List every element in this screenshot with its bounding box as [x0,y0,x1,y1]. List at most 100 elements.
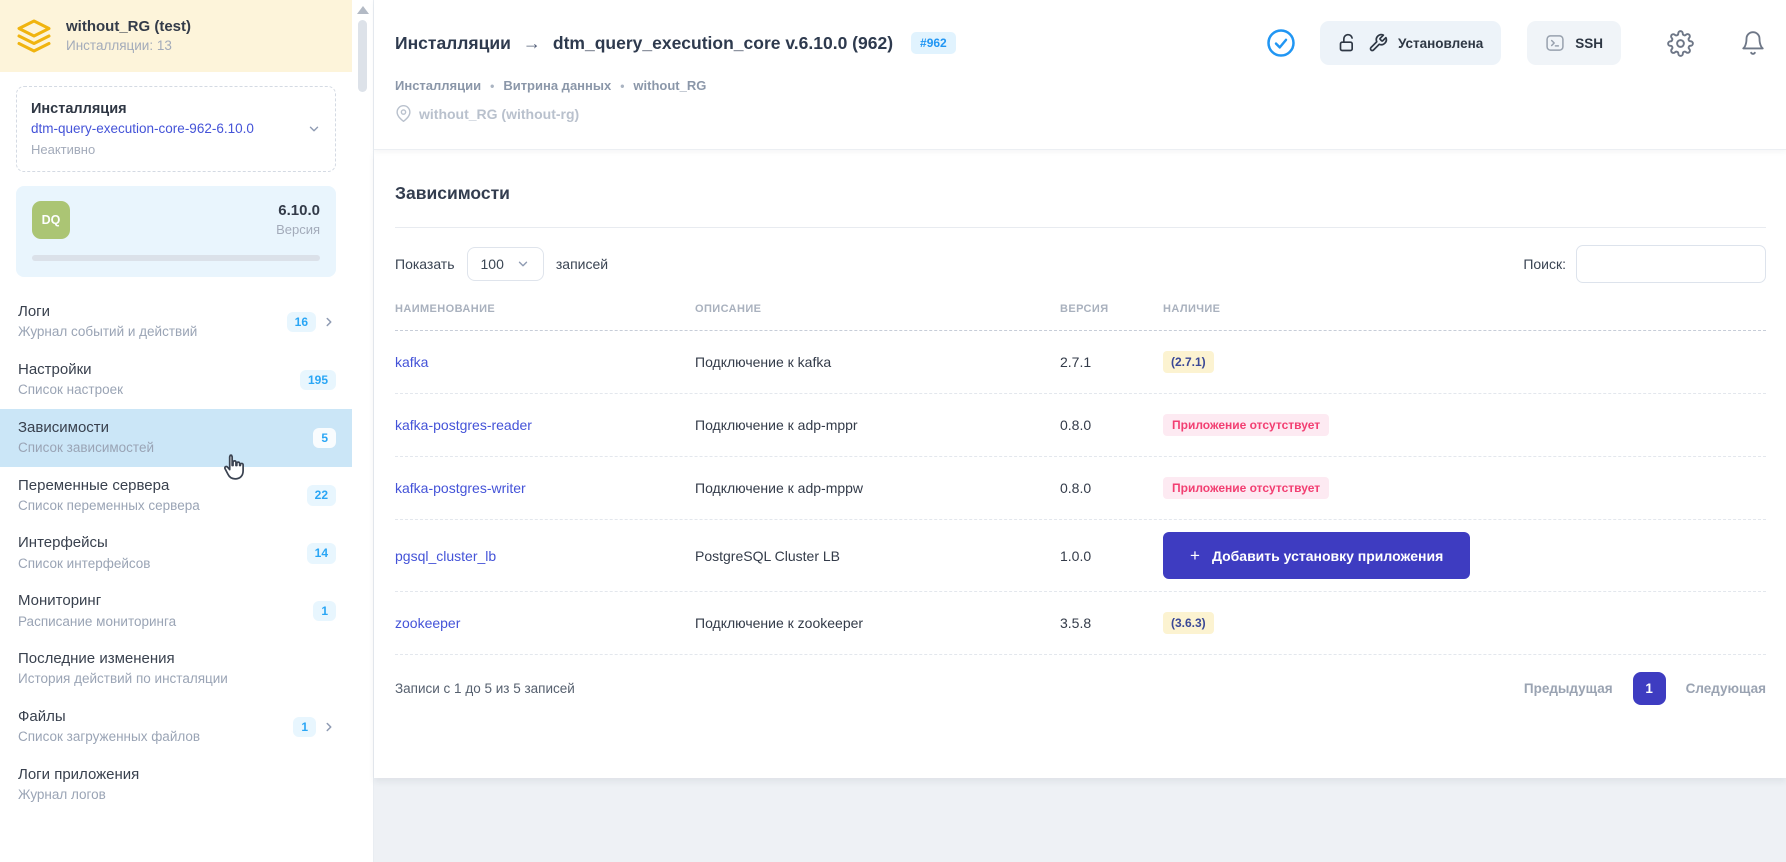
menu-item-subtitle: Список зависимостей [18,440,154,456]
menu-item-title: Настройки [18,361,92,379]
dependency-version: 0.8.0 [1060,480,1092,496]
version-label: Версия [276,222,320,238]
chevron-right-icon [326,317,332,327]
status-label: Установлена [1397,35,1484,51]
scrollbar-up-arrow[interactable] [357,6,369,14]
pagination-page-1[interactable]: 1 [1632,672,1666,705]
table-footer: Записи с 1 до 5 из 5 записей Предыдущая … [395,672,1766,705]
menu-item-subtitle: Список настроек [18,382,123,398]
menu-item-subtitle: Журнал логов [18,786,106,802]
count-badge: 16 [286,311,316,333]
table-controls: Показать 100 записей Поиск: [395,245,1766,283]
count-badge: 1 [293,716,316,738]
sidebar-item-interfaces[interactable]: Интерфейсы Список интерфейсов 14 [0,524,352,582]
sidebar-item-logs[interactable]: Логи Журнал событий и действий 16 [0,293,352,351]
version-number: 6.10.0 [278,202,320,220]
ssh-label: SSH [1575,35,1603,51]
availability-missing-badge: Приложение отсутствует [1163,477,1330,499]
search-input[interactable] [1576,245,1766,283]
app-window: without_RG (test) Инсталляции: 13 Инстал… [0,0,1786,862]
dependency-description: Подключение к zookeeper [695,615,864,631]
check-circle-icon [1267,29,1295,57]
dependency-name-link[interactable]: kafka-postgres-reader [395,417,695,433]
table-row: kafka-postgres-reader Подключение к adp-… [395,394,1766,457]
sidebar-item-server-variables[interactable]: Переменные сервера Список переменных сер… [0,467,352,525]
scrollbar-thumb[interactable] [358,20,367,92]
chevron-right-icon [326,722,332,732]
dependencies-section: Зависимости Показать 100 записей Поиск: … [374,150,1786,778]
dependency-description: Подключение к adp-mppw [695,480,864,496]
pagination-next[interactable]: Следующая [1686,681,1766,696]
dq-badge: DQ [32,200,70,239]
dependency-version: 0.8.0 [1060,417,1092,433]
notifications-button[interactable] [1740,30,1766,56]
sidebar-item-monitoring[interactable]: Мониторинг Расписание мониторинга 1 [0,582,352,640]
menu-item-subtitle: История действий по инсталяции [18,671,228,687]
menu-item-subtitle: Расписание мониторинга [18,613,177,629]
count-badge: 5 [313,427,336,448]
dependency-description: PostgreSQL Cluster LB [695,547,840,564]
dependency-description: Подключение к adp-mppr [695,417,858,433]
pagination-previous[interactable]: Предыдущая [1524,681,1613,696]
page-size-select[interactable]: 100 [466,247,544,281]
arrow-right-icon: → [522,32,541,53]
records-info: Записи с 1 до 5 из 5 записей [395,681,575,696]
show-label: Показать [395,256,455,272]
wrench-icon [1369,33,1388,52]
status-installed-button[interactable]: Установлена [1319,21,1502,65]
breadcrumb-item-data-mart[interactable]: Витрина данных [503,78,611,93]
version-card: DQ 6.10.0 Версия [16,186,336,278]
sidebar-item-dependencies[interactable]: Зависимости Список зависимостей 5 [0,408,352,467]
table-header-row: НАИМЕНОВАНИЕ ОПИСАНИЕ ВЕРСИЯ НАЛИЧИЕ [395,303,1766,330]
dependencies-table: НАИМЕНОВАНИЕ ОПИСАНИЕ ВЕРСИЯ НАЛИЧИЕ kaf… [395,303,1766,705]
menu-item-title: Файлы [18,707,66,725]
dependency-name-link[interactable]: kafka-postgres-writer [395,480,695,496]
dependency-name-link[interactable]: zookeeper [395,615,695,631]
main-area: Инсталляции → dtm_query_execution_core v… [374,0,1786,862]
menu-item-title: Логи приложения [18,765,140,783]
gear-icon [1667,29,1694,57]
sidebar-scrollbar[interactable] [352,0,374,862]
menu-item-subtitle: Список переменных сервера [18,497,200,513]
workspace-title: without_RG (test) [66,17,191,35]
installation-status: Неактивно [31,141,96,157]
add-application-install-button[interactable]: + Добавить установку приложения [1163,532,1471,579]
count-badge: 14 [306,543,336,564]
workspace-header: without_RG (test) Инсталляции: 13 [0,0,352,72]
ssh-button[interactable]: SSH [1527,21,1621,65]
menu-item-title: Интерфейсы [18,534,108,552]
sidebar-item-recent-changes[interactable]: Последние изменения История действий по … [0,640,352,698]
unlock-icon [1339,33,1353,52]
terminal-icon [1546,35,1564,51]
dependency-name-link[interactable]: kafka [395,354,695,370]
installation-label: Инсталляция [31,101,127,117]
breadcrumb-item-installations[interactable]: Инсталляции [395,78,481,93]
settings-button[interactable] [1667,29,1694,57]
column-header-version: ВЕРСИЯ [1060,303,1109,315]
menu-item-title: Логи [18,303,51,321]
page-title: Инсталляции → dtm_query_execution_core v… [395,32,956,54]
sidebar-item-settings[interactable]: Настройки Список настроек 195 [0,351,352,409]
pagination: Предыдущая 1 Следующая [1524,672,1766,705]
layers-icon [17,19,51,53]
chevron-down-icon [309,126,319,132]
breadcrumb-item-current: without_RG [633,78,707,93]
sidebar-item-files[interactable]: Файлы Список загруженных файлов 1 [0,698,352,756]
dependency-name-link[interactable]: pgsql_cluster_lb [395,548,695,564]
installation-name-link[interactable]: dtm-query-execution-core-962-6.10.0 [31,119,307,139]
column-header-availability: НАЛИЧИЕ [1163,303,1221,315]
menu-item-subtitle: Журнал событий и действий [18,324,198,340]
section-heading: Зависимости [395,183,510,203]
search-label: Поиск: [1523,256,1566,272]
count-badge: 22 [306,485,336,506]
availability-version-badge: (2.7.1) [1163,351,1214,373]
menu-item-title: Зависимости [18,418,110,436]
sidebar-item-app-logs[interactable]: Логи приложения Журнал логов [0,756,352,814]
page-size-value: 100 [480,256,504,272]
chevron-down-icon [518,261,528,267]
table-row: zookeeper Подключение к zookeeper 3.5.8 … [395,592,1766,655]
id-badge: #962 [911,32,956,54]
installation-selector[interactable]: Инсталляция dtm-query-execution-core-962… [16,86,336,173]
table-row: pgsql_cluster_lb PostgreSQL Cluster LB 1… [395,520,1766,592]
dependency-version: 1.0.0 [1060,547,1092,564]
